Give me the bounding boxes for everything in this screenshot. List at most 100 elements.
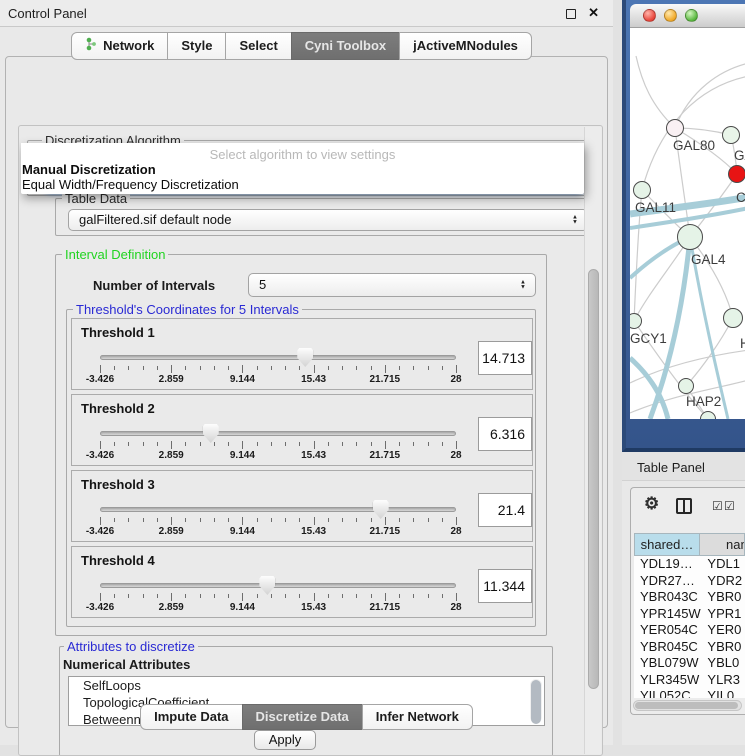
cell[interactable]: YBR045C — [634, 639, 701, 656]
column-layout-icon[interactable] — [676, 498, 692, 514]
tab-impute-data[interactable]: Impute Data — [140, 704, 242, 730]
checkbox-icon[interactable]: ☑ — [724, 499, 735, 513]
tab-discretize-data[interactable]: Discretize Data — [242, 704, 363, 730]
table-row[interactable]: YBR043CYBR0 — [634, 589, 745, 606]
checkbox-icon[interactable]: ☑ — [712, 499, 723, 513]
threshold-slider-track[interactable] — [100, 431, 456, 436]
cell[interactable]: YDR27… — [634, 573, 701, 590]
tab-select[interactable]: Select — [225, 32, 291, 60]
cell[interactable]: YPR1 — [701, 606, 745, 623]
thresholds-group-title: Threshold's Coordinates for 5 Intervals — [73, 302, 302, 317]
network-node[interactable] — [677, 224, 703, 250]
float-window-icon[interactable] — [566, 9, 576, 19]
column-header-shared-name[interactable]: shared… — [634, 533, 700, 556]
cell[interactable]: YBR0 — [701, 639, 745, 656]
minimize-traffic-light-icon[interactable] — [664, 9, 677, 22]
scale-tick-label: 21.715 — [370, 450, 401, 461]
gear-icon[interactable]: ⚙ — [644, 494, 659, 514]
cell[interactable]: YER0 — [701, 622, 745, 639]
network-node[interactable] — [633, 181, 651, 199]
tab-label: Infer Network — [376, 709, 459, 724]
table-data-combobox[interactable]: galFiltered.sif default node ▲▼ — [68, 209, 588, 231]
scale-tick-label: 2.859 — [159, 602, 184, 613]
tab-label: Cyni Toolbox — [305, 38, 386, 53]
table-row[interactable]: YIL052CYIL0 — [634, 688, 745, 698]
thresholds-group: Threshold's Coordinates for 5 Intervals … — [66, 309, 536, 627]
column-header-name[interactable]: name — [700, 533, 745, 556]
threshold-4-panel: Threshold 4 -3.426 2.859 9.144 15.43 21.… — [71, 546, 533, 618]
scale-tick-label: 9.144 — [230, 602, 255, 613]
tab-jactivemnodules[interactable]: jActiveMNodules — [399, 32, 532, 60]
cell[interactable]: YDR2 — [701, 573, 745, 590]
tab-style[interactable]: Style — [167, 32, 226, 60]
threshold-slider-track[interactable] — [100, 583, 456, 588]
discretize-scroll-pane: Discretization Algorithm ▲▼ Select algor… — [18, 125, 603, 756]
network-canvas[interactable]: GAL80GACGAL11GAL4GCY1HHAP2 — [630, 28, 745, 419]
view-tabs: Network Style Select Cyni Toolbox jActiv… — [0, 32, 603, 60]
interval-definition-title: Interval Definition — [62, 247, 168, 262]
threshold-value-field[interactable]: 14.713 — [478, 341, 532, 375]
close-icon[interactable]: ✕ — [588, 5, 599, 21]
table-row[interactable]: YLR345WYLR3 — [634, 672, 745, 689]
threshold-slider-track[interactable] — [100, 355, 456, 360]
scale-tick-label: 28 — [450, 450, 461, 461]
node-table: shared… name YDL19…YDL1 YDR27…YDR2 YBR04… — [634, 533, 745, 698]
dropdown-option-manual-discretization[interactable]: Manual Discretization — [22, 162, 156, 177]
scale-tick-label: 28 — [450, 374, 461, 385]
network-node[interactable] — [666, 119, 684, 137]
dropdown-placeholder-item[interactable]: Select algorithm to view settings — [21, 147, 584, 162]
tab-label: Style — [181, 38, 212, 53]
table-row[interactable]: YER054CYER0 — [634, 622, 745, 639]
cell[interactable]: YIL052C — [634, 688, 701, 698]
cell[interactable]: YLR345W — [634, 672, 701, 689]
tab-infer-network[interactable]: Infer Network — [362, 704, 473, 730]
dropdown-option-equal-width-frequency[interactable]: Equal Width/Frequency Discretization — [22, 177, 239, 192]
table-scrollbar-thumb[interactable] — [635, 702, 738, 709]
threshold-value-field[interactable]: 21.4 — [478, 493, 532, 527]
combo-arrows-icon: ▲▼ — [572, 216, 578, 225]
cell[interactable]: YBL079W — [634, 655, 701, 672]
slider-scale: -3.426 2.859 9.144 15.43 21.715 28 — [100, 374, 456, 386]
table-row[interactable]: YBL079WYBL0 — [634, 655, 745, 672]
threshold-value-field[interactable]: 6.316 — [478, 417, 532, 451]
tab-cyni-toolbox[interactable]: Cyni Toolbox — [291, 32, 400, 60]
scale-tick-label: 28 — [450, 602, 461, 613]
table-row[interactable]: YDR27…YDR2 — [634, 573, 745, 590]
network-window-titlebar — [630, 4, 745, 28]
panel-scrollbar-thumb[interactable] — [588, 269, 599, 689]
list-item-selfloops[interactable]: SelfLoops — [69, 677, 544, 694]
cell[interactable]: YDL19… — [634, 556, 701, 573]
network-node[interactable] — [722, 126, 740, 144]
threshold-slider-track[interactable] — [100, 507, 456, 512]
network-node[interactable] — [723, 308, 743, 328]
cell[interactable]: YPR145W — [634, 606, 701, 623]
table-panel-titlebar: Table Panel — [622, 452, 745, 481]
table-row[interactable]: YDL19…YDL1 — [634, 556, 745, 573]
network-node[interactable] — [678, 378, 694, 394]
threshold-label: Threshold 2 — [81, 401, 155, 416]
cell[interactable]: YLR3 — [701, 672, 745, 689]
number-of-intervals-combobox[interactable]: 5 ▲▼ — [248, 273, 536, 297]
threshold-1-panel: Threshold 1 -3.426 2.859 9.144 15.43 21.… — [71, 318, 533, 390]
scale-tick-label: 15.43 — [301, 374, 326, 385]
table-toolbar: ⚙ ☑ ☑ — [631, 488, 745, 524]
node-label: HAP2 — [686, 394, 721, 409]
cell[interactable]: YIL0 — [701, 688, 745, 698]
table-horizontal-scrollbar[interactable] — [633, 700, 742, 711]
table-row[interactable]: YPR145WYPR1 — [634, 606, 745, 623]
threshold-value-field[interactable]: 11.344 — [478, 569, 532, 603]
panel-scrollbar[interactable] — [584, 127, 601, 754]
close-traffic-light-icon[interactable] — [643, 9, 656, 22]
cell[interactable]: YDL1 — [701, 556, 745, 573]
cell[interactable]: YER054C — [634, 622, 701, 639]
apply-button[interactable]: Apply — [254, 730, 316, 750]
cell[interactable]: YBR043C — [634, 589, 701, 606]
table-row[interactable]: YBR045CYBR0 — [634, 639, 745, 656]
combo-arrows-icon: ▲▼ — [520, 281, 526, 290]
cell[interactable]: YBL0 — [701, 655, 745, 672]
tab-network[interactable]: Network — [71, 32, 168, 60]
attributes-group-title: Attributes to discretize — [64, 639, 198, 654]
cell[interactable]: YBR0 — [701, 589, 745, 606]
zoom-traffic-light-icon[interactable] — [685, 9, 698, 22]
network-node[interactable] — [728, 165, 745, 183]
